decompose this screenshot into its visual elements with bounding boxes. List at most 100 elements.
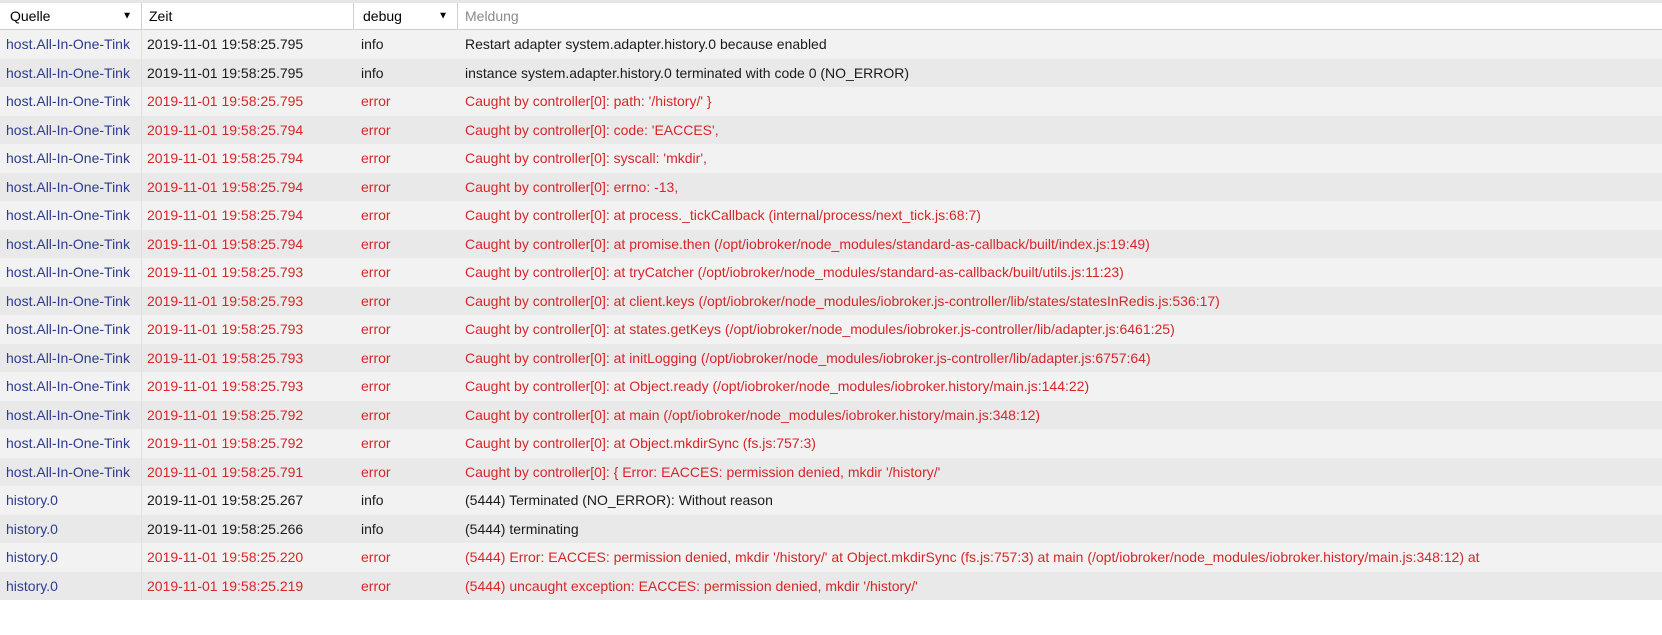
log-message: (5444) Terminated (NO_ERROR): Without re… [465, 492, 773, 509]
log-source: host.All-In-One-Tink [0, 30, 142, 59]
log-level: info [361, 64, 384, 81]
log-level: error [361, 292, 391, 309]
log-row[interactable]: history.0 2019-11-01 19:58:25.267 info (544… [0, 486, 1662, 515]
log-row[interactable]: history.0 2019-11-01 19:58:25.266 info (544… [0, 514, 1662, 543]
log-source: history.0 [0, 543, 142, 572]
log-message: instance system.adapter.history.0 termin… [465, 64, 910, 81]
log-source: host.All-In-One-Tink [0, 229, 142, 258]
log-message: Caught by controller[0]: at client.keys … [465, 292, 1220, 309]
log-row[interactable]: host.All-In-One-Tink 2019-11-01 19:58:25.… [0, 429, 1662, 458]
time-column-header[interactable]: Zeit [142, 3, 354, 29]
log-time: 2019-11-01 19:58:25.794 [147, 178, 304, 195]
log-level: error [361, 93, 391, 110]
log-message: Caught by controller[0]: path: '/history… [465, 93, 712, 110]
log-source: history.0 [0, 571, 142, 600]
log-source: host.All-In-One-Tink [0, 315, 142, 344]
log-time: 2019-11-01 19:58:25.793 [147, 321, 304, 338]
log-time: 2019-11-01 19:58:25.267 [147, 492, 304, 509]
log-row[interactable]: history.0 2019-11-01 19:58:25.220 error (54… [0, 543, 1662, 572]
log-time: 2019-11-01 19:58:25.793 [147, 292, 304, 309]
log-source: history.0 [0, 514, 142, 543]
log-message: Caught by controller[0]: at states.getKe… [465, 321, 1175, 338]
log-time: 2019-11-01 19:58:25.791 [147, 463, 304, 480]
log-time: 2019-11-01 19:58:25.794 [147, 121, 304, 138]
log-time: 2019-11-01 19:58:25.793 [147, 264, 304, 281]
log-row[interactable]: host.All-In-One-Tink 2019-11-01 19:58:25.… [0, 400, 1662, 429]
log-time: 2019-11-01 19:58:25.792 [147, 406, 304, 423]
log-message: Caught by controller[0]: at promise.then… [465, 235, 1150, 252]
log-source: host.All-In-One-Tink [0, 400, 142, 429]
log-row[interactable]: host.All-In-One-Tink 2019-11-01 19:58:25.… [0, 286, 1662, 315]
log-row[interactable]: history.0 2019-11-01 19:58:25.219 error (54… [0, 571, 1662, 600]
log-row[interactable]: host.All-In-One-Tink 2019-11-01 19:58:25.… [0, 30, 1662, 59]
message-filter-input[interactable] [465, 8, 1662, 24]
log-source: host.All-In-One-Tink [0, 87, 142, 116]
log-row[interactable]: host.All-In-One-Tink 2019-11-01 19:58:25.… [0, 343, 1662, 372]
log-message: Caught by controller[0]: { Error: EACCES… [465, 463, 941, 480]
level-filter-label: debug [363, 8, 402, 24]
log-time: 2019-11-01 19:58:25.794 [147, 235, 304, 252]
log-time: 2019-11-01 19:58:25.220 [147, 549, 304, 566]
log-time: 2019-11-01 19:58:25.795 [147, 93, 304, 110]
log-time: 2019-11-01 19:58:25.794 [147, 150, 304, 167]
log-level: error [361, 321, 391, 338]
log-message: Caught by controller[0]: at Object.ready… [465, 378, 1090, 395]
log-time: 2019-11-01 19:58:25.266 [147, 520, 304, 537]
log-row[interactable]: host.All-In-One-Tink 2019-11-01 19:58:25.… [0, 172, 1662, 201]
log-row[interactable]: host.All-In-One-Tink 2019-11-01 19:58:25.… [0, 229, 1662, 258]
log-message: (5444) uncaught exception: EACCES: permi… [465, 577, 918, 594]
log-level: error [361, 150, 391, 167]
log-level: info [361, 520, 384, 537]
log-level: error [361, 463, 391, 480]
log-row[interactable]: host.All-In-One-Tink 2019-11-01 19:58:25.… [0, 315, 1662, 344]
log-time: 2019-11-01 19:58:25.219 [147, 577, 304, 594]
log-source: host.All-In-One-Tink [0, 429, 142, 458]
log-source: host.All-In-One-Tink [0, 343, 142, 372]
source-filter-dropdown[interactable]: Quelle ▼ [0, 3, 142, 29]
log-source: history.0 [0, 486, 142, 515]
log-time: 2019-11-01 19:58:25.793 [147, 349, 304, 366]
chevron-down-icon: ▼ [122, 10, 132, 22]
log-row[interactable]: host.All-In-One-Tink 2019-11-01 19:58:25.… [0, 457, 1662, 486]
log-level: error [361, 435, 391, 452]
log-source: host.All-In-One-Tink [0, 457, 142, 486]
level-filter-dropdown[interactable]: debug ▼ [354, 3, 458, 29]
log-time: 2019-11-01 19:58:25.795 [147, 64, 304, 81]
log-source: host.All-In-One-Tink [0, 201, 142, 230]
log-source: host.All-In-One-Tink [0, 286, 142, 315]
log-message: Caught by controller[0]: at initLogging … [465, 349, 1151, 366]
log-row[interactable]: host.All-In-One-Tink 2019-11-01 19:58:25.… [0, 258, 1662, 287]
log-level: error [361, 349, 391, 366]
log-row[interactable]: host.All-In-One-Tink 2019-11-01 19:58:25.… [0, 87, 1662, 116]
log-source: host.All-In-One-Tink [0, 372, 142, 401]
log-level: error [361, 378, 391, 395]
log-row[interactable]: host.All-In-One-Tink 2019-11-01 19:58:25.… [0, 144, 1662, 173]
log-row[interactable]: host.All-In-One-Tink 2019-11-01 19:58:25.… [0, 201, 1662, 230]
log-header: Quelle ▼ Zeit debug ▼ [0, 0, 1662, 30]
chevron-down-icon: ▼ [438, 10, 448, 22]
message-filter-cell [458, 3, 1662, 29]
log-row[interactable]: host.All-In-One-Tink 2019-11-01 19:58:25.… [0, 58, 1662, 87]
log-message: (5444) terminating [465, 520, 579, 537]
source-filter-label: Quelle [10, 8, 51, 24]
log-table: Quelle ▼ Zeit debug ▼ host.All-In-One-Ti… [0, 0, 1662, 635]
log-time: 2019-11-01 19:58:25.793 [147, 378, 304, 395]
log-level: error [361, 549, 391, 566]
log-row[interactable]: host.All-In-One-Tink 2019-11-01 19:58:25.… [0, 372, 1662, 401]
log-message: Caught by controller[0]: at main (/opt/i… [465, 406, 1041, 423]
log-row[interactable]: host.All-In-One-Tink 2019-11-01 19:58:25.… [0, 115, 1662, 144]
log-message: Caught by controller[0]: at tryCatcher (… [465, 264, 1124, 281]
log-message: Restart adapter system.adapter.history.0… [465, 36, 827, 53]
log-source: host.All-In-One-Tink [0, 258, 142, 287]
time-column-label: Zeit [149, 8, 173, 24]
log-source: host.All-In-One-Tink [0, 115, 142, 144]
log-message: Caught by controller[0]: errno: -13, [465, 178, 679, 195]
log-level: error [361, 264, 391, 281]
log-level: error [361, 178, 391, 195]
log-level: error [361, 406, 391, 423]
log-time: 2019-11-01 19:58:25.794 [147, 207, 304, 224]
log-time: 2019-11-01 19:58:25.795 [147, 36, 304, 53]
log-source: host.All-In-One-Tink [0, 144, 142, 173]
log-message: Caught by controller[0]: code: 'EACCES', [465, 121, 719, 138]
log-rows: host.All-In-One-Tink 2019-11-01 19:58:25.… [0, 30, 1662, 600]
